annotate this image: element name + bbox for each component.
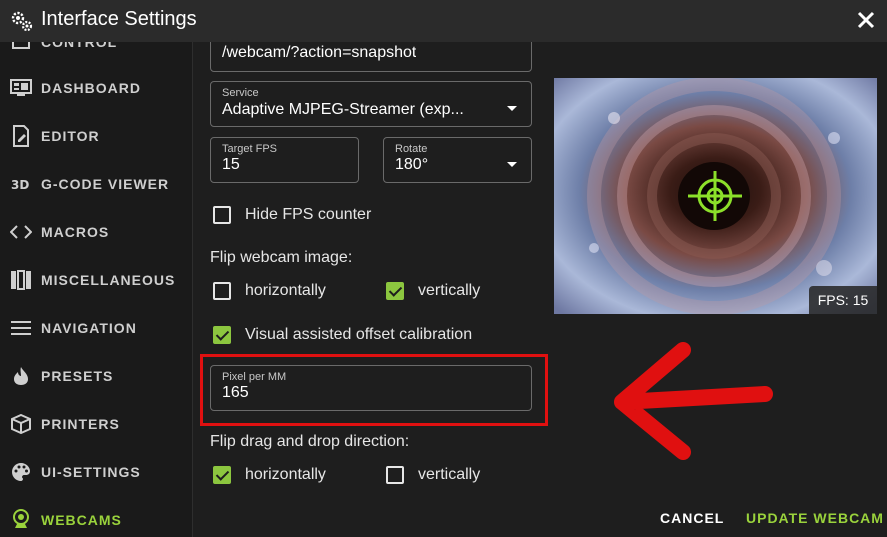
service-label: Service [222,87,259,99]
flip-vertical-label: vertically [418,282,481,299]
sidebar-item-label: G-CODE VIEWER [41,176,170,192]
red-arrow-annotation [614,342,773,460]
chevron-down-icon [507,162,517,167]
sidebar-item-editor[interactable]: EDITOR [0,112,192,160]
fire-icon [10,365,32,387]
service-value: Adaptive MJPEG-Streamer (exp... [222,101,464,118]
dialog-title: Interface Settings [41,8,197,30]
cancel-button[interactable]: CANCEL [660,510,724,526]
sidebar-item-label: UI-SETTINGS [41,464,141,480]
highlight-box [200,354,548,426]
sidebar-item-miscellaneous[interactable]: MISCELLANEOUS [0,256,192,304]
sidebar-item-dashboard[interactable]: DASHBOARD [0,64,192,112]
checkbox-unchecked-icon[interactable] [213,206,231,224]
flip-horizontal-label: horizontally [245,282,326,299]
code-icon [10,221,32,243]
checkbox-unchecked-icon[interactable] [386,466,404,484]
webcam-image [554,78,877,314]
sidebar-item-ui-settings[interactable]: UI-SETTINGS [0,448,192,496]
sidebar-item-label: DASHBOARD [41,80,141,96]
checkbox-unchecked-icon[interactable] [213,282,231,300]
drag-horizontal-checkbox[interactable]: horizontally [213,466,326,484]
sidebar-item-label: WEBCAMS [41,512,122,528]
hide-fps-label: Hide FPS counter [245,206,372,223]
target-fps-value: 15 [222,156,240,173]
sidebar-item-label: PRESETS [41,368,114,384]
sidebar-item-label: PRINTERS [41,416,120,432]
miscellaneous-icon [10,269,32,291]
3d-icon: 3D [10,173,32,195]
sidebar-item-navigation[interactable]: NAVIGATION [0,304,192,352]
rotate-value: 180° [395,156,429,173]
webcam-preview[interactable]: FPS: 15 [554,78,877,314]
target-fps-field[interactable]: Target FPS 15 [210,137,359,183]
update-webcam-button[interactable]: UPDATE WEBCAM [746,510,884,526]
drag-vertical-checkbox[interactable]: vertically [386,466,480,484]
sidebar-item-label: MISCELLANEOUS [41,272,176,288]
menu-icon [10,317,32,339]
sidebar-item-gcode-viewer[interactable]: 3D G-CODE VIEWER [0,160,192,208]
visual-offset-checkbox[interactable]: Visual assisted offset calibration [213,326,472,344]
editor-icon [10,125,32,147]
title-bar: Interface Settings [0,0,887,42]
flip-vertical-checkbox[interactable]: vertically [386,282,480,300]
sidebar-item-presets[interactable]: PRESETS [0,352,192,400]
webcam-icon [10,509,32,531]
target-fps-label: Target FPS [222,143,278,155]
flip-horizontal-checkbox[interactable]: horizontally [213,282,326,300]
visual-offset-label: Visual assisted offset calibration [245,326,473,343]
fps-badge: FPS: 15 [809,286,877,314]
sidebar-item-printers[interactable]: PRINTERS [0,400,192,448]
rotate-label: Rotate [395,143,428,155]
flip-webcam-image-label: Flip webcam image: [210,249,353,266]
printer-icon [10,413,32,435]
dashboard-icon [10,77,32,99]
drag-horizontal-label: horizontally [245,466,326,483]
flip-drag-direction-label: Flip drag and drop direction: [210,433,410,450]
checkbox-checked-icon[interactable] [213,326,231,344]
service-select[interactable]: Service Adaptive MJPEG-Streamer (exp... [210,81,532,127]
sidebar-item-label: EDITOR [41,128,100,144]
drag-vertical-label: vertically [418,466,481,483]
checkbox-checked-icon[interactable] [386,282,404,300]
sidebar: CONTROL DASHBOARD EDITOR 3D G-CODE VIEWE… [0,0,193,537]
hide-fps-checkbox[interactable]: Hide FPS counter [213,206,371,224]
palette-icon [10,461,32,483]
settings-icon [10,9,34,33]
sidebar-item-label: MACROS [41,224,110,240]
sidebar-item-label: NAVIGATION [41,320,137,336]
svg-text:3D: 3D [11,178,29,192]
rotate-select[interactable]: Rotate 180° [383,137,532,183]
sidebar-item-webcams[interactable]: WEBCAMS [0,496,192,537]
url-value: /webcam/?action=snapshot [222,44,417,61]
sidebar-item-macros[interactable]: MACROS [0,208,192,256]
checkbox-checked-icon[interactable] [213,466,231,484]
close-icon[interactable] [853,7,879,33]
chevron-down-icon [507,106,517,111]
